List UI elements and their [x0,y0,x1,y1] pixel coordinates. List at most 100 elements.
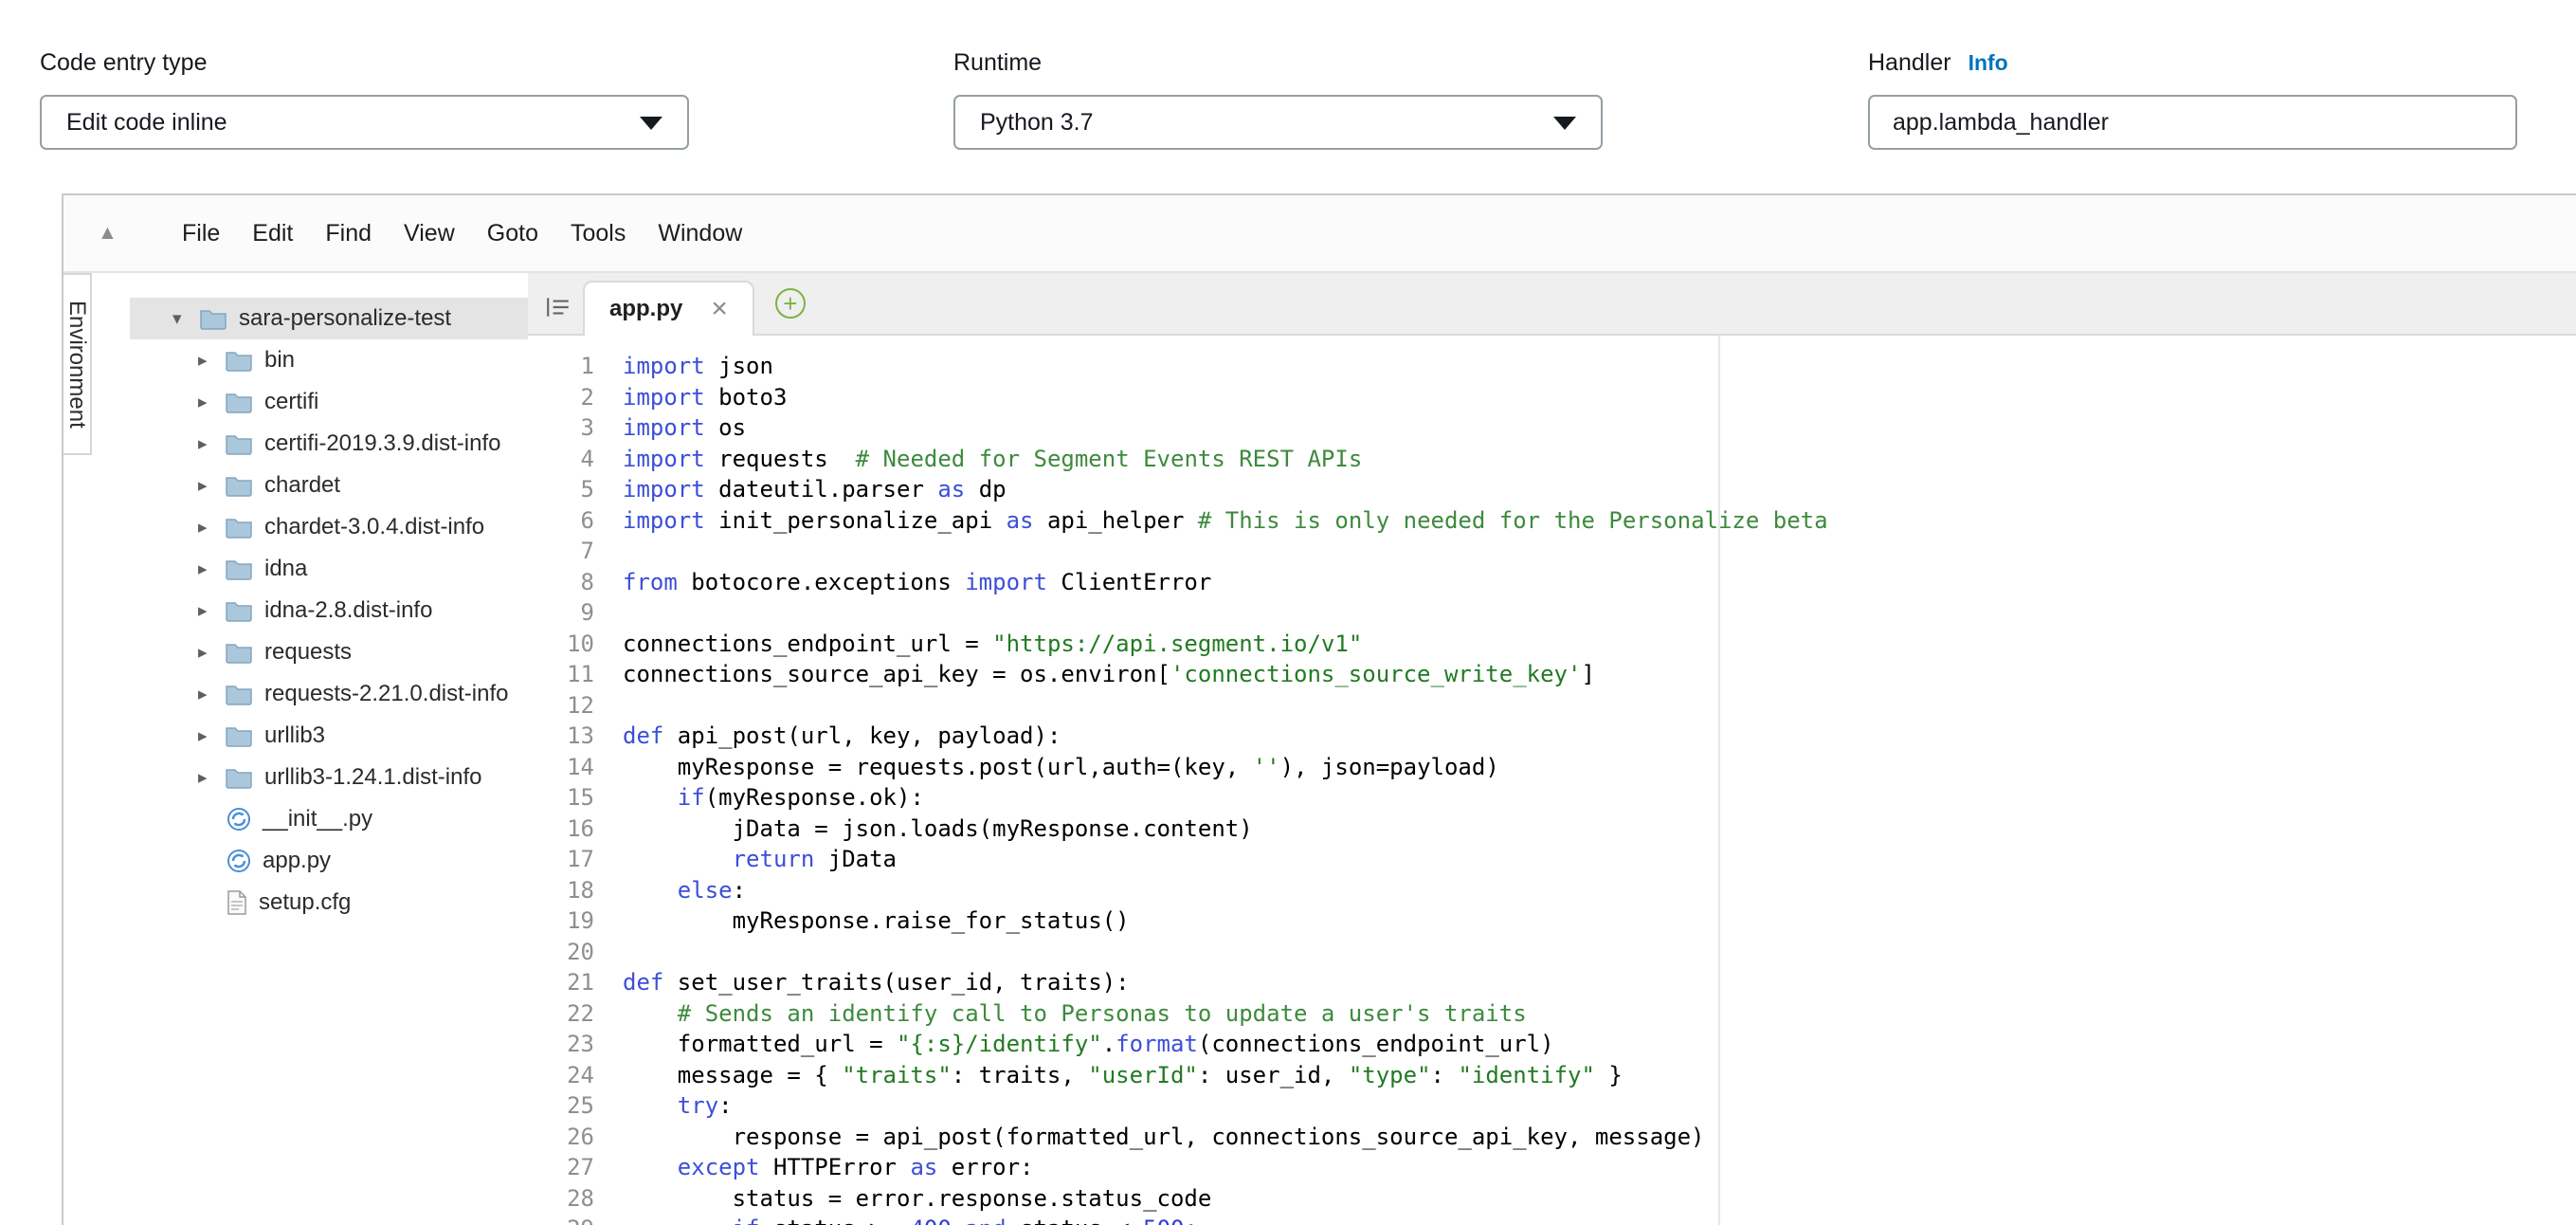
menu-file[interactable]: File [166,220,236,247]
code-line[interactable]: 16 jData = json.loads(myResponse.content… [528,814,2576,845]
folder-icon [225,432,253,455]
chevron-right-icon[interactable]: ▸ [198,517,225,539]
editor-body: Environment ▾ sara-personalize-test ▸ bin ▸c… [63,273,2576,1225]
code-entry-select[interactable]: Edit code inline [40,95,689,150]
tree-folder-urllib3[interactable]: ▸urllib3 [130,715,528,757]
new-tab-button[interactable]: + [775,288,806,319]
chevron-right-icon[interactable]: ▸ [198,725,225,747]
menu-find[interactable]: Find [309,220,388,247]
line-number: 10 [528,629,611,660]
code-line[interactable]: 28 status = error.response.status_code [528,1183,2576,1215]
line-number: 24 [528,1060,611,1091]
code-line[interactable]: 15 if(myResponse.ok): [528,782,2576,814]
chevron-right-icon[interactable]: ▸ [198,475,225,497]
tree-folder-chardet-3.0.4.dist-info[interactable]: ▸chardet-3.0.4.dist-info [130,506,528,548]
menu-window[interactable]: Window [642,220,758,247]
close-icon[interactable]: × [711,295,728,323]
tree-folder-bin[interactable]: ▸ bin [130,339,528,381]
chevron-right-icon[interactable]: ▸ [198,558,225,580]
menu-tools[interactable]: Tools [554,220,642,247]
code-line[interactable]: 8from botocore.exceptions import ClientE… [528,567,2576,598]
line-number: 6 [528,505,611,537]
chevron-right-icon[interactable]: ▸ [198,433,225,455]
line-number: 2 [528,382,611,413]
tree-item-label: requests [264,639,352,666]
code-line[interactable]: 27 except HTTPError as error: [528,1152,2576,1183]
tree-folder-requests-2.21.0.dist-info[interactable]: ▸requests-2.21.0.dist-info [130,673,528,715]
code-line[interactable]: 9 [528,597,2576,629]
code-line[interactable]: 26 response = api_post(formatted_url, co… [528,1122,2576,1153]
tree-file-app.py[interactable]: app.py [130,840,528,882]
handler-input[interactable] [1868,95,2517,150]
code-line[interactable]: 21def set_user_traits(user_id, traits): [528,967,2576,998]
line-number: 16 [528,814,611,845]
tree-item-label: setup.cfg [259,889,351,916]
line-number: 19 [528,905,611,937]
code-line[interactable]: 12 [528,690,2576,722]
tree-folder-certifi-2019.3.9.dist-info[interactable]: ▸certifi-2019.3.9.dist-info [130,423,528,465]
config-file-icon [227,890,247,915]
line-number: 14 [528,752,611,783]
chevron-down-icon[interactable]: ▾ [172,308,199,330]
code-line[interactable]: 3import os [528,412,2576,444]
code-line[interactable]: 20 [528,937,2576,968]
menu-edit[interactable]: Edit [236,220,309,247]
code-area[interactable]: 1import json2import boto33import os4impo… [528,336,2576,1225]
handler-info-link[interactable]: Info [1968,50,2008,76]
line-number: 7 [528,536,611,567]
code-line[interactable]: 17 return jData [528,844,2576,875]
code-line[interactable]: 6import init_personalize_api as api_help… [528,505,2576,537]
tree-folder-chardet[interactable]: ▸chardet [130,465,528,506]
code-line[interactable]: 24 message = { "traits": traits, "userId… [528,1060,2576,1091]
chevron-right-icon[interactable]: ▸ [198,642,225,664]
code-line[interactable]: 25 try: [528,1090,2576,1122]
code-line[interactable]: 5import dateutil.parser as dp [528,474,2576,505]
code-line[interactable]: 19 myResponse.raise_for_status() [528,905,2576,937]
code-line-text: status = error.response.status_code [611,1183,1211,1215]
code-line-text: except HTTPError as error: [611,1152,1034,1183]
code-line[interactable]: 1import json [528,351,2576,382]
chevron-right-icon[interactable]: ▸ [198,600,225,622]
tree-folder-idna[interactable]: ▸ idna [130,548,528,590]
code-line[interactable]: 22 # Sends an identify call to Personas … [528,998,2576,1030]
menu-view[interactable]: View [388,220,471,247]
tab-app-py[interactable]: app.py × [583,281,754,336]
tree-folder-idna-2.8.dist-info[interactable]: ▸idna-2.8.dist-info [130,590,528,631]
code-line-text: from botocore.exceptions import ClientEr… [611,567,1211,598]
tree-item-label: idna [264,556,307,582]
chevron-right-icon[interactable]: ▸ [198,350,225,372]
folder-icon [225,683,253,705]
tree-folder-requests[interactable]: ▸ requests [130,631,528,673]
chevron-right-icon[interactable]: ▸ [198,767,225,789]
tree-root-folder[interactable]: ▾ sara-personalize-test [130,298,528,339]
tree-item-label: bin [264,347,295,374]
code-line[interactable]: 18 else: [528,875,2576,906]
tab-list-icon[interactable] [545,294,571,320]
code-line[interactable]: 4import requests # Needed for Segment Ev… [528,444,2576,475]
environment-tab[interactable]: Environment [63,273,92,455]
tree-folder-urllib3-1.24.1.dist-info[interactable]: ▸urllib3-1.24.1.dist-info [130,757,528,798]
code-line-text [611,937,623,968]
chevron-right-icon[interactable]: ▸ [198,684,225,705]
code-line[interactable]: 23 formatted_url = "{:s}/identify".forma… [528,1029,2576,1060]
tab-label: app.py [609,296,682,322]
tree-file-__init__.py[interactable]: __init__.py [130,798,528,840]
chevron-right-icon[interactable]: ▸ [198,392,225,413]
folder-icon [225,766,253,789]
code-line[interactable]: 14 myResponse = requests.post(url,auth=(… [528,752,2576,783]
code-line[interactable]: 2import boto3 [528,382,2576,413]
runtime-select[interactable]: Python 3.7 [953,95,1603,150]
code-line[interactable]: 10connections_endpoint_url = "https://ap… [528,629,2576,660]
runtime-label: Runtime [953,49,1042,77]
menu-goto[interactable]: Goto [471,220,554,247]
tree-item-label: __init__.py [263,806,372,832]
code-line[interactable]: 7 [528,536,2576,567]
code-line[interactable]: 11connections_source_api_key = os.enviro… [528,659,2576,690]
collapse-panel-icon[interactable]: ▲ [98,222,139,245]
tree-folder-certifi[interactable]: ▸certifi [130,381,528,423]
code-line[interactable]: 29 if status >= 400 and status < 500: [528,1214,2576,1225]
tree-file-setup.cfg[interactable]: setup.cfg [130,882,528,923]
code-line[interactable]: 13def api_post(url, key, payload): [528,721,2576,752]
tree-item-label: sara-personalize-test [239,305,451,332]
code-line-text: import os [611,412,746,444]
